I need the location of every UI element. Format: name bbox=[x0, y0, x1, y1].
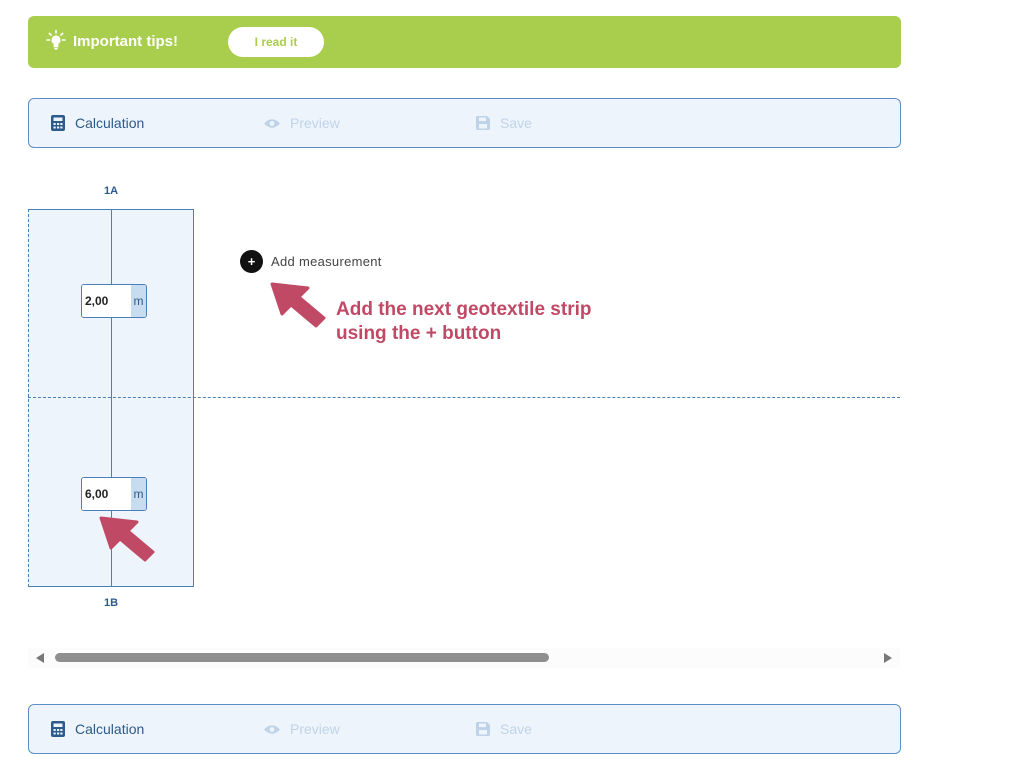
strip-label-top: 1A bbox=[103, 185, 119, 197]
tips-title: Important tips! bbox=[73, 33, 178, 50]
tab-label: Preview bbox=[290, 115, 340, 131]
tab-label: Calculation bbox=[75, 115, 145, 131]
calculator-icon bbox=[51, 721, 65, 737]
lightbulb-icon bbox=[46, 29, 66, 50]
unit-label: m bbox=[131, 478, 146, 510]
measurement-input[interactable] bbox=[82, 478, 131, 510]
tab-save[interactable]: Save bbox=[476, 99, 532, 147]
measurement-input[interactable] bbox=[82, 285, 131, 317]
add-measurement-button[interactable]: + Add measurement bbox=[240, 250, 382, 273]
tab-preview[interactable]: Preview bbox=[264, 705, 340, 753]
pointer-arrow-icon bbox=[270, 282, 326, 328]
tabs-bar-bottom: Calculation Preview Save bbox=[28, 704, 901, 754]
tab-label: Save bbox=[500, 721, 532, 737]
tab-preview[interactable]: Preview bbox=[264, 99, 340, 147]
tabs-bar-top: Calculation Preview Save bbox=[28, 98, 901, 148]
tab-calculation[interactable]: Calculation bbox=[51, 705, 144, 753]
horizontal-scrollbar[interactable] bbox=[28, 648, 900, 668]
tab-save[interactable]: Save bbox=[476, 705, 532, 753]
tab-label: Preview bbox=[290, 721, 340, 737]
scrollbar-thumb[interactable] bbox=[55, 653, 549, 662]
strip-label-bottom: 1B bbox=[103, 597, 119, 609]
tab-calculation[interactable]: Calculation bbox=[51, 99, 144, 147]
eye-icon bbox=[264, 118, 280, 128]
tab-label: Save bbox=[500, 115, 532, 131]
save-icon bbox=[476, 722, 490, 736]
plus-icon[interactable]: + bbox=[240, 250, 263, 273]
tutorial-callout: Add the next geotextile strip using the … bbox=[336, 299, 592, 344]
scroll-right-icon[interactable] bbox=[884, 653, 892, 663]
i-read-it-button[interactable]: I read it bbox=[228, 27, 324, 57]
eye-icon bbox=[264, 724, 280, 734]
measurement-field[interactable]: m bbox=[81, 477, 147, 511]
pointer-arrow-icon bbox=[99, 516, 155, 562]
add-measurement-label: Add measurement bbox=[271, 254, 382, 269]
tab-label: Calculation bbox=[75, 721, 145, 737]
calculator-icon bbox=[51, 115, 65, 131]
dashed-divider bbox=[28, 397, 900, 398]
tips-bar: Important tips! I read it bbox=[28, 16, 901, 68]
measurement-field[interactable]: m bbox=[81, 284, 147, 318]
unit-label: m bbox=[131, 285, 146, 317]
scroll-left-icon[interactable] bbox=[36, 653, 44, 663]
save-icon bbox=[476, 116, 490, 130]
